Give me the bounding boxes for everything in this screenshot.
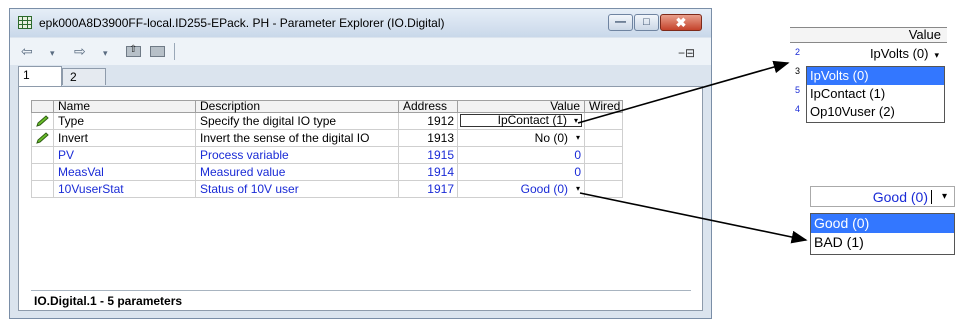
zoom-value-header: Value bbox=[790, 27, 947, 43]
zoom-status-selected: Good (0) bbox=[872, 189, 928, 205]
edge-digit: 2 bbox=[795, 47, 801, 57]
dropdown-option[interactable]: Op10Vuser (2) bbox=[807, 103, 944, 121]
dropdown-option[interactable]: BAD (1) bbox=[811, 233, 954, 252]
dropdown-option[interactable]: Good (0) bbox=[811, 214, 954, 233]
chevron-down-icon[interactable]: ▾ bbox=[942, 189, 947, 205]
edge-digit: 5 bbox=[795, 85, 801, 95]
dropdown-option[interactable]: IpVolts (0) bbox=[807, 67, 944, 85]
zoom-edge-digits: 2 3 5 4 bbox=[795, 43, 800, 119]
edge-digit: 3 bbox=[795, 66, 801, 76]
status-dropdown-zoom: Good (0) ▾ Good (0) BAD (1) bbox=[810, 183, 955, 263]
callout-arrow-type bbox=[577, 60, 790, 124]
zoom-type-select[interactable]: IpVolts (0) ▾ bbox=[806, 45, 939, 63]
zoom-header-label: Value bbox=[908, 27, 941, 42]
zoom-selected-value: IpVolts (0) bbox=[869, 46, 929, 61]
zoom-status-option-list: Good (0) BAD (1) bbox=[810, 213, 955, 255]
callout-arrow-status bbox=[579, 192, 808, 244]
type-dropdown-zoom: Value 2 3 5 4 IpVolts (0) ▾ IpVolts (0) I… bbox=[790, 16, 951, 134]
edge-digit: 4 bbox=[795, 104, 801, 114]
text-cursor bbox=[931, 190, 932, 204]
dropdown-option[interactable]: IpContact (1) bbox=[807, 85, 944, 103]
zoom-status-select[interactable]: Good (0) ▾ bbox=[810, 186, 955, 207]
zoom-type-option-list: IpVolts (0) IpContact (1) Op10Vuser (2) bbox=[806, 66, 945, 123]
chevron-down-icon[interactable]: ▾ bbox=[934, 50, 939, 60]
